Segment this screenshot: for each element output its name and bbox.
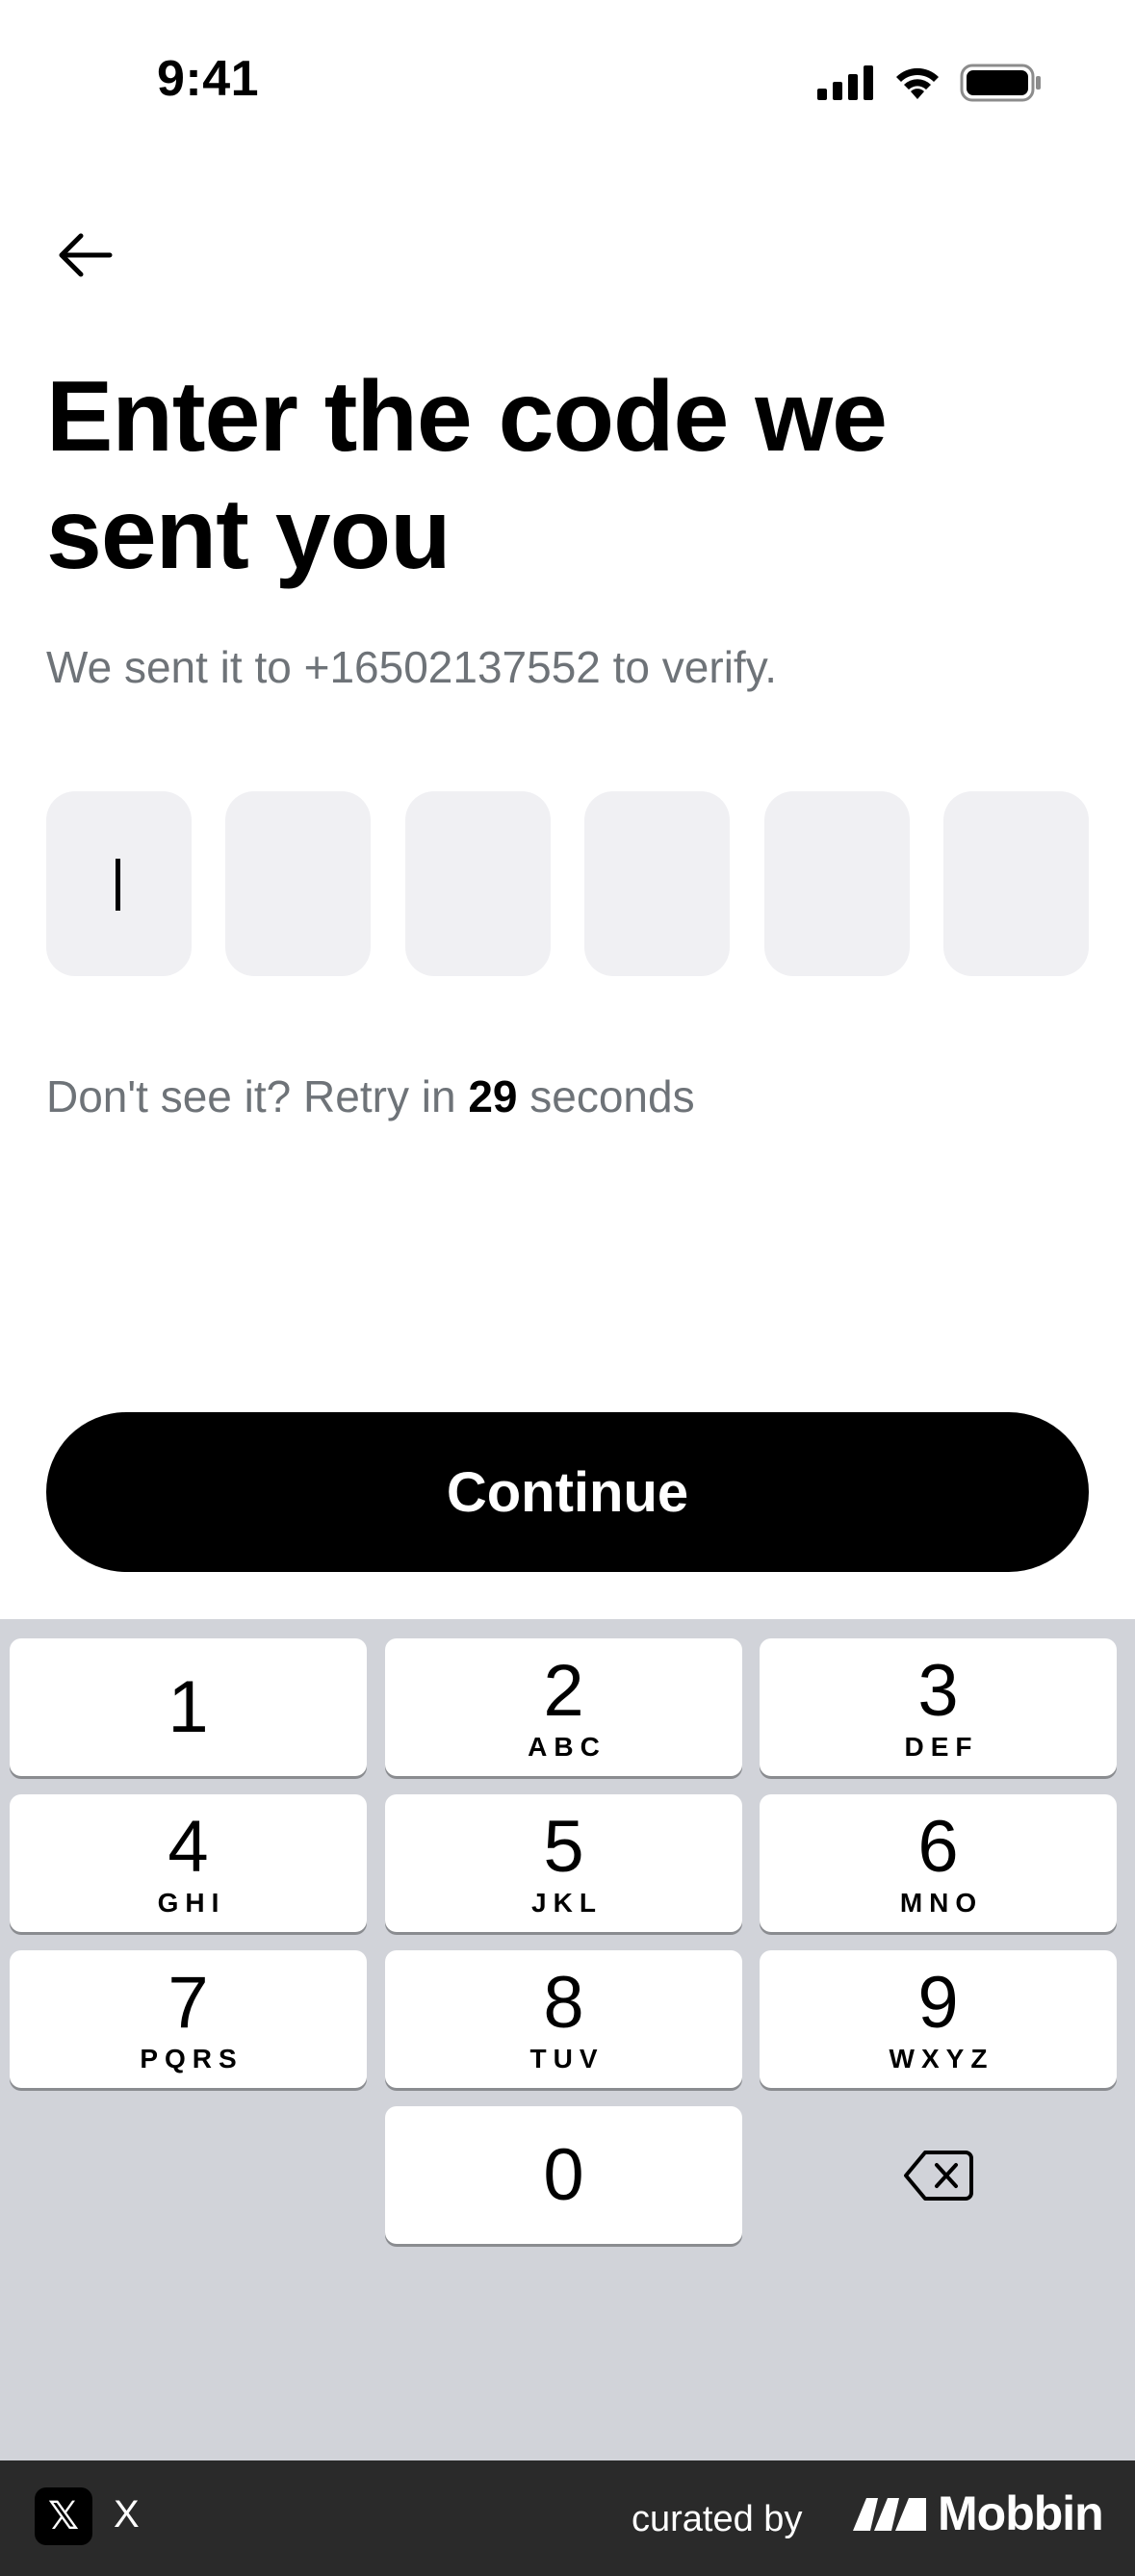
status-icons [817,64,1043,102]
mobbin-logo-icon [853,2498,926,2531]
key-7[interactable]: 7 PQRS [10,1950,367,2088]
key-number: 0 [543,2133,584,2216]
attribution-footer: 𝕏 X curated by Mobbin [0,2460,1135,2576]
back-button[interactable] [46,217,123,294]
key-1[interactable]: 1 [10,1638,367,1776]
key-6[interactable]: 6 MNO [760,1794,1117,1932]
key-0[interactable]: 0 [385,2106,742,2244]
key-5[interactable]: 5 JKL [385,1794,742,1932]
page-subtitle: We sent it to +16502137552 to verify. [46,642,778,692]
key-3[interactable]: 3 DEF [760,1638,1117,1776]
key-number: 9 [917,1961,959,2044]
key-9[interactable]: 9 WXYZ [760,1950,1117,2088]
key-letters: DEF [904,1731,979,1762]
arrow-left-icon [59,233,113,277]
key-2[interactable]: 2 ABC [385,1638,742,1776]
cellular-signal-icon [817,65,873,100]
key-letters: TUV [529,2043,605,2074]
key-number: 6 [917,1805,959,1888]
key-letters: WXYZ [889,2043,994,2074]
footer-curated-label: curated by [632,2499,803,2539]
page-title: Enter the code we sent you [46,361,888,590]
key-number: 5 [543,1805,584,1888]
key-letters: PQRS [140,2043,244,2074]
key-letters: ABC [528,1731,606,1762]
key-4[interactable]: 4 GHI [10,1794,367,1932]
code-digit-box[interactable] [225,791,372,976]
verification-code-input[interactable] [46,791,1089,976]
code-digit-box[interactable] [46,791,192,976]
numeric-keypad: 1 2 ABC 3 DEF 4 GHI 5 JKL 6 MNO 7 PQRS 8… [0,1619,1135,2460]
key-number: 8 [543,1961,584,2044]
retry-suffix: seconds [529,1071,695,1121]
wifi-icon [896,67,939,99]
mobbin-brand: Mobbin [851,2486,1104,2541]
retry-seconds: 29 [468,1071,518,1121]
retry-countdown: Don't see it? Retry in 29 seconds [46,1070,695,1122]
key-letters: MNO [899,1887,984,1918]
code-digit-box[interactable] [584,791,731,976]
key-number: 1 [168,1665,209,1748]
key-number: 2 [543,1649,584,1732]
x-logo-icon: 𝕏 [35,2487,92,2545]
key-letters: GHI [157,1887,226,1918]
key-number: 3 [917,1649,959,1732]
status-bar: 9:41 [0,0,1135,168]
mobbin-brand-name: Mobbin [938,2486,1104,2540]
status-time: 9:41 [157,51,260,107]
key-number: 4 [168,1805,209,1888]
footer-app-name: X [114,2493,140,2536]
key-number: 7 [168,1961,209,2044]
retry-prefix: Don't see it? Retry in [46,1071,456,1121]
code-digit-box[interactable] [763,791,910,976]
text-caret [116,859,120,911]
code-digit-box[interactable] [942,791,1089,976]
continue-button[interactable]: Continue [46,1412,1089,1572]
battery-icon [960,64,1041,102]
code-digit-box[interactable] [404,791,551,976]
delete-key[interactable] [760,2106,1117,2244]
key-letters: JKL [531,1887,603,1918]
key-8[interactable]: 8 TUV [385,1950,742,2088]
backspace-icon [903,2150,973,2201]
